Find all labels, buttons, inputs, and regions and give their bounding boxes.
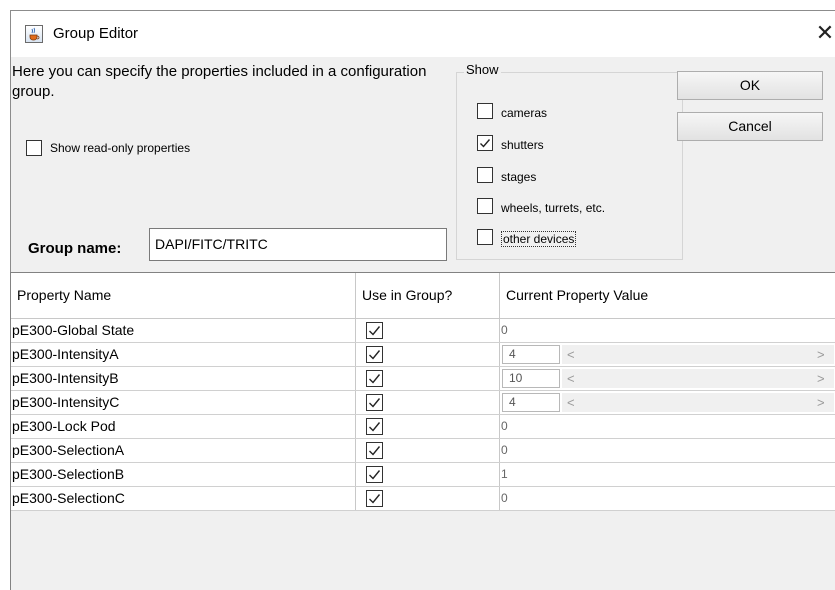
use-in-group-cell <box>356 319 500 342</box>
property-value-cell[interactable]: 0 <box>500 415 835 438</box>
property-value-field[interactable]: 4 <box>502 345 560 364</box>
property-name-cell: pE300-IntensityC <box>11 391 356 414</box>
checkmark-icon <box>369 494 381 504</box>
chevron-right-icon[interactable]: > <box>817 369 825 388</box>
table-row[interactable]: pE300-Lock Pod 0 <box>11 415 835 439</box>
title-bar: Group Editor ✕ <box>11 11 835 57</box>
table-row[interactable]: pE300-Global State 0 <box>11 319 835 343</box>
show-group-legend: Show <box>464 62 501 77</box>
show-wheels-label: wheels, turrets, etc. <box>501 201 606 215</box>
property-value-text: 0 <box>501 491 508 505</box>
property-value-field[interactable]: 10 <box>502 369 560 388</box>
ok-button[interactable]: OK <box>677 71 823 100</box>
description-text: Here you can specify the properties incl… <box>12 63 427 100</box>
property-name-cell: pE300-Lock Pod <box>11 415 356 438</box>
column-header-current-value[interactable]: Current Property Value <box>500 273 835 318</box>
property-value-cell[interactable]: 0 <box>500 439 835 462</box>
show-readonly-label: Show read-only properties <box>50 141 191 155</box>
use-in-group-checkbox[interactable] <box>366 418 383 435</box>
column-header-use-in-group[interactable]: Use in Group? <box>356 273 500 318</box>
show-readonly-checkbox[interactable] <box>26 140 42 156</box>
checkmark-icon <box>480 139 491 148</box>
use-in-group-cell <box>356 367 500 390</box>
checkmark-icon <box>369 374 381 384</box>
chevron-left-icon[interactable]: < <box>567 369 575 388</box>
checkmark-icon <box>369 422 381 432</box>
show-shutters-checkbox[interactable] <box>477 135 493 151</box>
use-in-group-checkbox[interactable] <box>366 466 383 483</box>
property-value-text: 0 <box>501 419 508 433</box>
property-value-slider[interactable]: < > <box>562 393 834 412</box>
use-in-group-checkbox[interactable] <box>366 322 383 339</box>
checkmark-icon <box>369 326 381 336</box>
checkmark-icon <box>369 398 381 408</box>
show-cameras-checkbox[interactable] <box>477 103 493 119</box>
use-in-group-cell <box>356 439 500 462</box>
property-value-cell[interactable]: 0 <box>500 487 835 510</box>
property-value-cell[interactable]: 0 <box>500 319 835 342</box>
chevron-right-icon[interactable]: > <box>817 393 825 412</box>
column-header-property-name[interactable]: Property Name <box>11 273 356 318</box>
use-in-group-checkbox[interactable] <box>366 346 383 363</box>
property-value-slider[interactable]: < > <box>562 369 834 388</box>
show-cameras-label: cameras <box>501 106 548 120</box>
show-stages-label: stages <box>501 170 537 184</box>
property-name-cell: pE300-Global State <box>11 319 356 342</box>
group-name-label: Group name: <box>28 240 122 257</box>
show-stages-checkbox[interactable] <box>477 167 493 183</box>
chevron-left-icon[interactable]: < <box>567 345 575 364</box>
checkmark-icon <box>369 446 381 456</box>
checkmark-icon <box>369 350 381 360</box>
use-in-group-cell <box>356 343 500 366</box>
table-row[interactable]: pE300-SelectionC 0 <box>11 487 835 511</box>
use-in-group-cell <box>356 415 500 438</box>
use-in-group-checkbox[interactable] <box>366 394 383 411</box>
table-row[interactable]: pE300-IntensityA 4 < > <box>11 343 835 367</box>
property-value-cell[interactable]: 1 <box>500 463 835 486</box>
property-name-cell: pE300-SelectionB <box>11 463 356 486</box>
group-name-input[interactable]: DAPI/FITC/TRITC <box>149 228 447 261</box>
show-shutters-label: shutters <box>501 138 544 152</box>
checkmark-icon <box>369 470 381 480</box>
property-value-text: 1 <box>501 467 508 481</box>
property-value-text: 0 <box>501 323 508 337</box>
chevron-right-icon[interactable]: > <box>817 345 825 364</box>
use-in-group-checkbox[interactable] <box>366 370 383 387</box>
property-value-cell[interactable]: 4 < > <box>500 391 835 414</box>
property-name-cell: pE300-SelectionC <box>11 487 356 510</box>
property-name-cell: pE300-IntensityB <box>11 367 356 390</box>
property-value-slider[interactable]: < > <box>562 345 834 364</box>
close-icon[interactable]: ✕ <box>813 19 835 47</box>
property-value-text: 0 <box>501 443 508 457</box>
table-row[interactable]: pE300-IntensityB 10 < > <box>11 367 835 391</box>
use-in-group-checkbox[interactable] <box>366 490 383 507</box>
table-row[interactable]: pE300-SelectionA 0 <box>11 439 835 463</box>
use-in-group-cell <box>356 391 500 414</box>
property-value-cell[interactable]: 4 < > <box>500 343 835 366</box>
show-wheels-checkbox[interactable] <box>477 198 493 214</box>
cancel-button[interactable]: Cancel <box>677 112 823 141</box>
property-name-cell: pE300-SelectionA <box>11 439 356 462</box>
table-header: Property Name Use in Group? Current Prop… <box>11 273 835 319</box>
property-value-cell[interactable]: 10 < > <box>500 367 835 390</box>
use-in-group-cell <box>356 487 500 510</box>
property-value-field[interactable]: 4 <box>502 393 560 412</box>
use-in-group-cell <box>356 463 500 486</box>
window-title: Group Editor <box>53 25 139 42</box>
java-cup-icon <box>25 25 43 43</box>
show-other-devices-label: other devices <box>501 231 577 247</box>
table-row[interactable]: pE300-SelectionB 1 <box>11 463 835 487</box>
chevron-left-icon[interactable]: < <box>567 393 575 412</box>
table-row[interactable]: pE300-IntensityC 4 < > <box>11 391 835 415</box>
use-in-group-checkbox[interactable] <box>366 442 383 459</box>
property-name-cell: pE300-IntensityA <box>11 343 356 366</box>
properties-table: Property Name Use in Group? Current Prop… <box>10 272 835 590</box>
show-other-devices-checkbox[interactable] <box>477 229 493 245</box>
